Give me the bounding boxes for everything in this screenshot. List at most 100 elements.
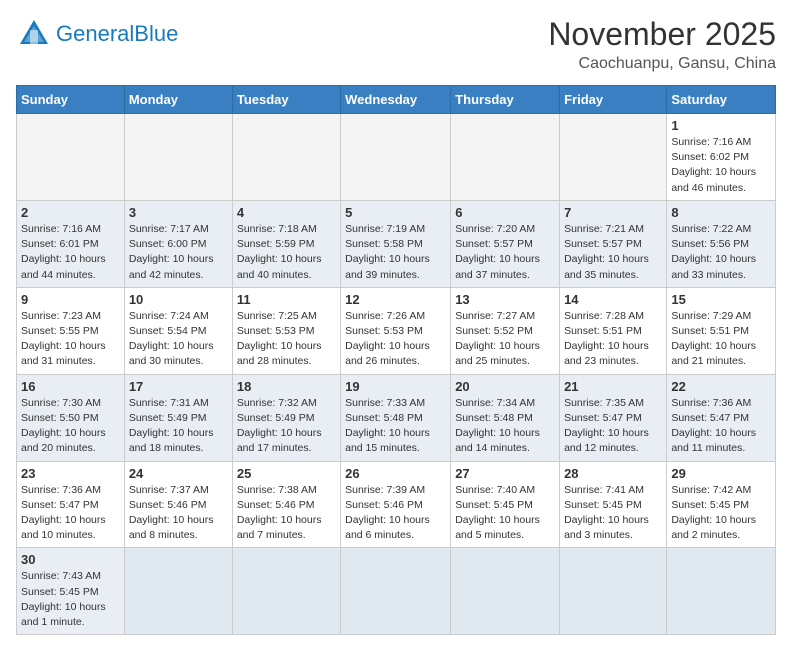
- day-info: Sunrise: 7:27 AM Sunset: 5:52 PM Dayligh…: [455, 309, 555, 370]
- calendar-cell: 25 Sunrise: 7:38 AM Sunset: 5:46 PM Dayli…: [232, 461, 340, 548]
- calendar-cell: 15 Sunrise: 7:29 AM Sunset: 5:51 PM Dayli…: [667, 287, 776, 374]
- weekday-header-thursday: Thursday: [451, 86, 560, 114]
- day-number: 23: [21, 466, 120, 481]
- calendar-week-row: 23 Sunrise: 7:36 AM Sunset: 5:47 PM Dayli…: [17, 461, 776, 548]
- logo-general: General: [56, 21, 134, 46]
- day-number: 26: [345, 466, 446, 481]
- calendar-cell: 1 Sunrise: 7:16 AM Sunset: 6:02 PM Daylig…: [667, 114, 776, 201]
- calendar-cell: 22Sunrise: 7:36 AM Sunset: 5:47 PM Dayli…: [667, 374, 776, 461]
- calendar-cell: 7Sunrise: 7:21 AM Sunset: 5:57 PM Daylig…: [560, 200, 667, 287]
- calendar-cell: [232, 548, 340, 635]
- day-info: Sunrise: 7:36 AM Sunset: 5:47 PM Dayligh…: [671, 396, 771, 457]
- calendar-cell: 2 Sunrise: 7:16 AM Sunset: 6:01 PM Daylig…: [17, 200, 125, 287]
- calendar-week-row: 2 Sunrise: 7:16 AM Sunset: 6:01 PM Daylig…: [17, 200, 776, 287]
- day-info: Sunrise: 7:31 AM Sunset: 5:49 PM Dayligh…: [129, 396, 228, 457]
- day-info: Sunrise: 7:28 AM Sunset: 5:51 PM Dayligh…: [564, 309, 662, 370]
- calendar-cell: 10 Sunrise: 7:24 AM Sunset: 5:54 PM Dayli…: [124, 287, 232, 374]
- day-number: 13: [455, 292, 555, 307]
- logo-icon: [16, 16, 52, 52]
- day-info: Sunrise: 7:25 AM Sunset: 5:53 PM Dayligh…: [237, 309, 336, 370]
- day-number: 5: [345, 205, 446, 220]
- day-number: 19: [345, 379, 446, 394]
- day-number: 15: [671, 292, 771, 307]
- calendar-cell: 19 Sunrise: 7:33 AM Sunset: 5:48 PM Dayli…: [341, 374, 451, 461]
- day-info: Sunrise: 7:39 AM Sunset: 5:46 PM Dayligh…: [345, 483, 446, 544]
- calendar-week-row: 16 Sunrise: 7:30 AM Sunset: 5:50 PM Dayli…: [17, 374, 776, 461]
- logo-text: GeneralBlue: [56, 22, 178, 46]
- calendar-cell: [451, 548, 560, 635]
- weekday-header-tuesday: Tuesday: [232, 86, 340, 114]
- location-title: Caochuanpu, Gansu, China: [548, 55, 776, 73]
- calendar-cell: 11Sunrise: 7:25 AM Sunset: 5:53 PM Dayli…: [232, 287, 340, 374]
- day-number: 9: [21, 292, 120, 307]
- day-number: 29: [671, 466, 771, 481]
- day-info: Sunrise: 7:30 AM Sunset: 5:50 PM Dayligh…: [21, 396, 120, 457]
- calendar-cell: [341, 114, 451, 201]
- calendar-table: SundayMondayTuesdayWednesdayThursdayFrid…: [16, 85, 776, 635]
- day-number: 14: [564, 292, 662, 307]
- calendar-cell: 17Sunrise: 7:31 AM Sunset: 5:49 PM Dayli…: [124, 374, 232, 461]
- calendar-cell: 18Sunrise: 7:32 AM Sunset: 5:49 PM Dayli…: [232, 374, 340, 461]
- weekday-header-row: SundayMondayTuesdayWednesdayThursdayFrid…: [17, 86, 776, 114]
- calendar-cell: 23 Sunrise: 7:36 AM Sunset: 5:47 PM Dayli…: [17, 461, 125, 548]
- calendar-cell: [341, 548, 451, 635]
- day-info: Sunrise: 7:33 AM Sunset: 5:48 PM Dayligh…: [345, 396, 446, 457]
- calendar-cell: 24Sunrise: 7:37 AM Sunset: 5:46 PM Dayli…: [124, 461, 232, 548]
- calendar-cell: 14 Sunrise: 7:28 AM Sunset: 5:51 PM Dayli…: [560, 287, 667, 374]
- day-info: Sunrise: 7:40 AM Sunset: 5:45 PM Dayligh…: [455, 483, 555, 544]
- day-number: 1: [671, 118, 771, 133]
- calendar-cell: [17, 114, 125, 201]
- weekday-header-wednesday: Wednesday: [341, 86, 451, 114]
- calendar-cell: 26 Sunrise: 7:39 AM Sunset: 5:46 PM Dayli…: [341, 461, 451, 548]
- calendar-cell: 28Sunrise: 7:41 AM Sunset: 5:45 PM Dayli…: [560, 461, 667, 548]
- weekday-header-monday: Monday: [124, 86, 232, 114]
- day-number: 10: [129, 292, 228, 307]
- day-info: Sunrise: 7:22 AM Sunset: 5:56 PM Dayligh…: [671, 222, 771, 283]
- calendar-cell: 4Sunrise: 7:18 AM Sunset: 5:59 PM Daylig…: [232, 200, 340, 287]
- calendar-cell: 13 Sunrise: 7:27 AM Sunset: 5:52 PM Dayli…: [451, 287, 560, 374]
- day-info: Sunrise: 7:20 AM Sunset: 5:57 PM Dayligh…: [455, 222, 555, 283]
- day-info: Sunrise: 7:38 AM Sunset: 5:46 PM Dayligh…: [237, 483, 336, 544]
- weekday-header-sunday: Sunday: [17, 86, 125, 114]
- calendar-cell: 6Sunrise: 7:20 AM Sunset: 5:57 PM Daylig…: [451, 200, 560, 287]
- day-number: 7: [564, 205, 662, 220]
- day-info: Sunrise: 7:24 AM Sunset: 5:54 PM Dayligh…: [129, 309, 228, 370]
- calendar-cell: [124, 548, 232, 635]
- calendar-week-row: 9Sunrise: 7:23 AM Sunset: 5:55 PM Daylig…: [17, 287, 776, 374]
- day-number: 25: [237, 466, 336, 481]
- calendar-cell: 27Sunrise: 7:40 AM Sunset: 5:45 PM Dayli…: [451, 461, 560, 548]
- day-number: 18: [237, 379, 336, 394]
- day-info: Sunrise: 7:29 AM Sunset: 5:51 PM Dayligh…: [671, 309, 771, 370]
- day-info: Sunrise: 7:36 AM Sunset: 5:47 PM Dayligh…: [21, 483, 120, 544]
- day-number: 30: [21, 552, 120, 567]
- weekday-header-friday: Friday: [560, 86, 667, 114]
- day-info: Sunrise: 7:17 AM Sunset: 6:00 PM Dayligh…: [129, 222, 228, 283]
- day-info: Sunrise: 7:16 AM Sunset: 6:02 PM Dayligh…: [671, 135, 771, 196]
- calendar-cell: [667, 548, 776, 635]
- day-info: Sunrise: 7:16 AM Sunset: 6:01 PM Dayligh…: [21, 222, 120, 283]
- calendar-week-row: 1 Sunrise: 7:16 AM Sunset: 6:02 PM Daylig…: [17, 114, 776, 201]
- day-number: 20: [455, 379, 555, 394]
- calendar-cell: 12Sunrise: 7:26 AM Sunset: 5:53 PM Dayli…: [341, 287, 451, 374]
- day-number: 21: [564, 379, 662, 394]
- day-number: 16: [21, 379, 120, 394]
- day-info: Sunrise: 7:42 AM Sunset: 5:45 PM Dayligh…: [671, 483, 771, 544]
- day-info: Sunrise: 7:19 AM Sunset: 5:58 PM Dayligh…: [345, 222, 446, 283]
- calendar-cell: [232, 114, 340, 201]
- day-info: Sunrise: 7:35 AM Sunset: 5:47 PM Dayligh…: [564, 396, 662, 457]
- calendar-cell: [124, 114, 232, 201]
- logo: GeneralBlue: [16, 16, 178, 52]
- calendar-cell: 5 Sunrise: 7:19 AM Sunset: 5:58 PM Daylig…: [341, 200, 451, 287]
- day-number: 3: [129, 205, 228, 220]
- calendar-cell: 30Sunrise: 7:43 AM Sunset: 5:45 PM Dayli…: [17, 548, 125, 635]
- calendar-cell: [451, 114, 560, 201]
- calendar-cell: 16 Sunrise: 7:30 AM Sunset: 5:50 PM Dayli…: [17, 374, 125, 461]
- day-number: 8: [671, 205, 771, 220]
- calendar-cell: 3 Sunrise: 7:17 AM Sunset: 6:00 PM Daylig…: [124, 200, 232, 287]
- calendar-cell: [560, 548, 667, 635]
- calendar-week-row: 30Sunrise: 7:43 AM Sunset: 5:45 PM Dayli…: [17, 548, 776, 635]
- day-number: 12: [345, 292, 446, 307]
- header: GeneralBlue November 2025 Caochuanpu, Ga…: [16, 16, 776, 73]
- day-number: 2: [21, 205, 120, 220]
- calendar-cell: 8 Sunrise: 7:22 AM Sunset: 5:56 PM Daylig…: [667, 200, 776, 287]
